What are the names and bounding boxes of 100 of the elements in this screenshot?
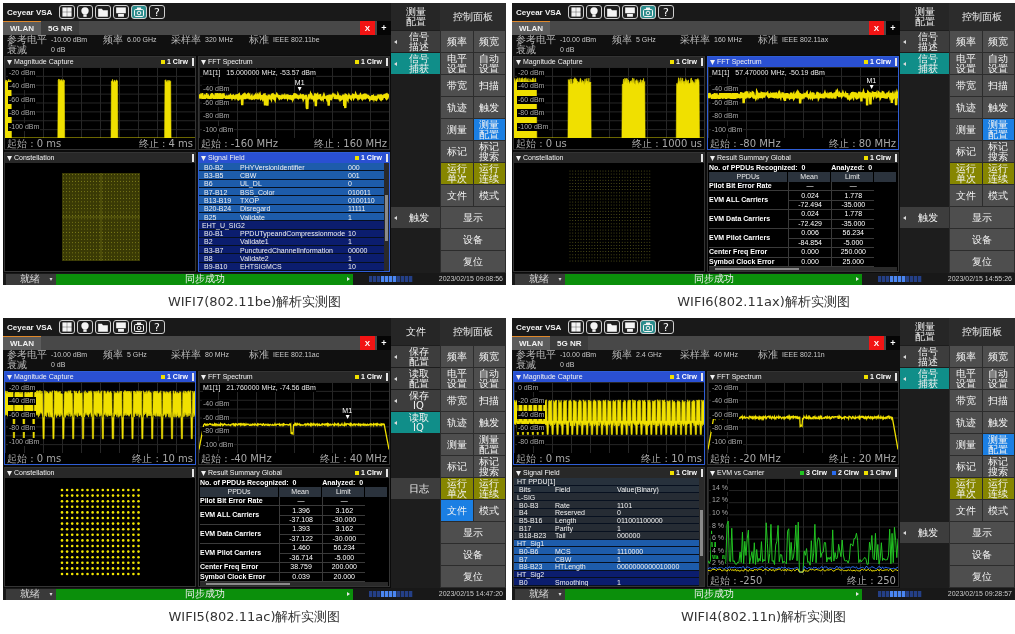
tab[interactable]: WLAN [3,21,41,35]
scrollbar[interactable] [709,267,897,271]
toolbar-button[interactable] [77,320,93,334]
control-button[interactable]: 频宽 [473,31,505,52]
toolbar-button[interactable] [622,320,638,334]
help-button[interactable]: ? [658,320,674,334]
softkey[interactable]: 信号描述 [391,31,440,52]
mode-dropdown[interactable]: 就绪 [6,273,56,285]
softkey[interactable]: 触发 [900,522,949,543]
control-button[interactable]: 频率 [950,31,982,52]
control-button[interactable]: 标记 [950,141,982,162]
control-button[interactable]: 触发 [982,412,1014,433]
control-button[interactable]: 运行单次 [950,478,982,499]
softkey[interactable]: 日志 [391,478,440,499]
control-button[interactable]: 频宽 [982,31,1014,52]
control-button[interactable]: 运行单次 [950,163,982,184]
control-button[interactable]: 频率 [950,346,982,367]
close-button[interactable]: X [360,21,375,35]
softkey[interactable]: 读取配置 [391,368,440,389]
control-button[interactable]: 带宽 [441,390,473,411]
control-button[interactable]: 频率 [441,31,473,52]
control-button[interactable]: 测量 [441,434,473,455]
softkey[interactable]: 信号捕获 [900,368,949,389]
control-button[interactable]: 显示 [950,207,1014,228]
control-button[interactable]: 触发 [473,412,505,433]
softkey[interactable]: 信号捕获 [900,53,949,74]
softkey[interactable]: 触发 [391,207,440,228]
toolbar-button[interactable] [59,320,75,334]
tab[interactable]: 5G NR [41,21,80,35]
toolbar-button[interactable] [113,5,129,19]
toolbar-button[interactable] [586,5,602,19]
control-button[interactable]: 运行单次 [441,478,473,499]
control-button[interactable]: 测量配置 [473,119,505,140]
control-button[interactable]: 运行单次 [441,163,473,184]
control-button[interactable]: 模式 [473,500,505,521]
control-button[interactable]: 频率 [441,346,473,367]
control-button[interactable]: 轨迹 [441,412,473,433]
toolbar-button[interactable] [622,5,638,19]
help-button[interactable]: ? [658,5,674,19]
control-button[interactable]: 标记搜索 [982,456,1014,477]
tab[interactable]: WLAN [512,21,550,35]
control-button[interactable]: 复位 [950,566,1014,587]
control-button[interactable]: 运行连续 [982,478,1014,499]
control-button[interactable]: 文件 [441,500,473,521]
softkey[interactable]: 信号捕获 [391,53,440,74]
control-button[interactable]: 运行连续 [473,478,505,499]
toolbar-button[interactable] [604,5,620,19]
control-button[interactable]: 测量 [950,119,982,140]
softkey[interactable]: 触发 [900,207,949,228]
toolbar-button[interactable] [131,320,147,334]
control-button[interactable]: 频宽 [982,346,1014,367]
mode-dropdown[interactable]: 就绪 [515,273,565,285]
control-button[interactable]: 测量 [950,434,982,455]
toolbar-button[interactable] [77,5,93,19]
softkey[interactable]: 信号描述 [900,31,949,52]
scrollbar[interactable] [384,163,389,271]
control-button[interactable]: 显示 [441,522,505,543]
softkey[interactable]: 读取IQ [391,412,440,433]
add-button[interactable]: + [886,336,900,350]
control-button[interactable]: 扫描 [473,75,505,96]
toolbar-button[interactable] [604,320,620,334]
help-button[interactable]: ? [149,5,165,19]
scrollbar[interactable] [200,582,388,586]
control-button[interactable]: 自动设置 [473,53,505,74]
control-button[interactable]: 自动设置 [982,368,1014,389]
close-button[interactable]: X [360,336,375,350]
mode-dropdown[interactable]: 就绪 [515,588,565,600]
control-button[interactable]: 自动设置 [982,53,1014,74]
toolbar-button[interactable] [568,320,584,334]
control-button[interactable]: 轨迹 [441,97,473,118]
control-button[interactable]: 文件 [950,185,982,206]
softkey[interactable]: 保存IQ [391,390,440,411]
control-button[interactable]: 带宽 [441,75,473,96]
control-button[interactable]: 扫描 [473,390,505,411]
control-button[interactable]: 复位 [441,566,505,587]
control-button[interactable]: 电平设置 [441,53,473,74]
control-button[interactable]: 显示 [950,522,1014,543]
control-button[interactable]: 电平设置 [950,368,982,389]
control-button[interactable]: 复位 [441,251,505,272]
control-button[interactable]: 运行连续 [982,163,1014,184]
control-button[interactable]: 扫描 [982,390,1014,411]
toolbar-button[interactable] [95,5,111,19]
control-button[interactable]: 文件 [950,500,982,521]
control-button[interactable]: 模式 [473,185,505,206]
control-button[interactable]: 测量配置 [982,434,1014,455]
help-button[interactable]: ? [149,320,165,334]
control-button[interactable]: 运行连续 [473,163,505,184]
control-button[interactable]: 文件 [441,185,473,206]
close-button[interactable]: X [869,336,884,350]
softkey[interactable]: 保存配置 [391,346,440,367]
control-button[interactable]: 复位 [950,251,1014,272]
control-button[interactable]: 显示 [441,207,505,228]
control-button[interactable]: 触发 [982,97,1014,118]
softkey[interactable]: 信号描述 [900,346,949,367]
add-button[interactable]: + [377,21,391,35]
scrollbar[interactable] [699,478,704,586]
control-button[interactable]: 测量 [441,119,473,140]
control-button[interactable]: 轨迹 [950,97,982,118]
add-button[interactable]: + [886,21,900,35]
control-button[interactable]: 频宽 [473,346,505,367]
